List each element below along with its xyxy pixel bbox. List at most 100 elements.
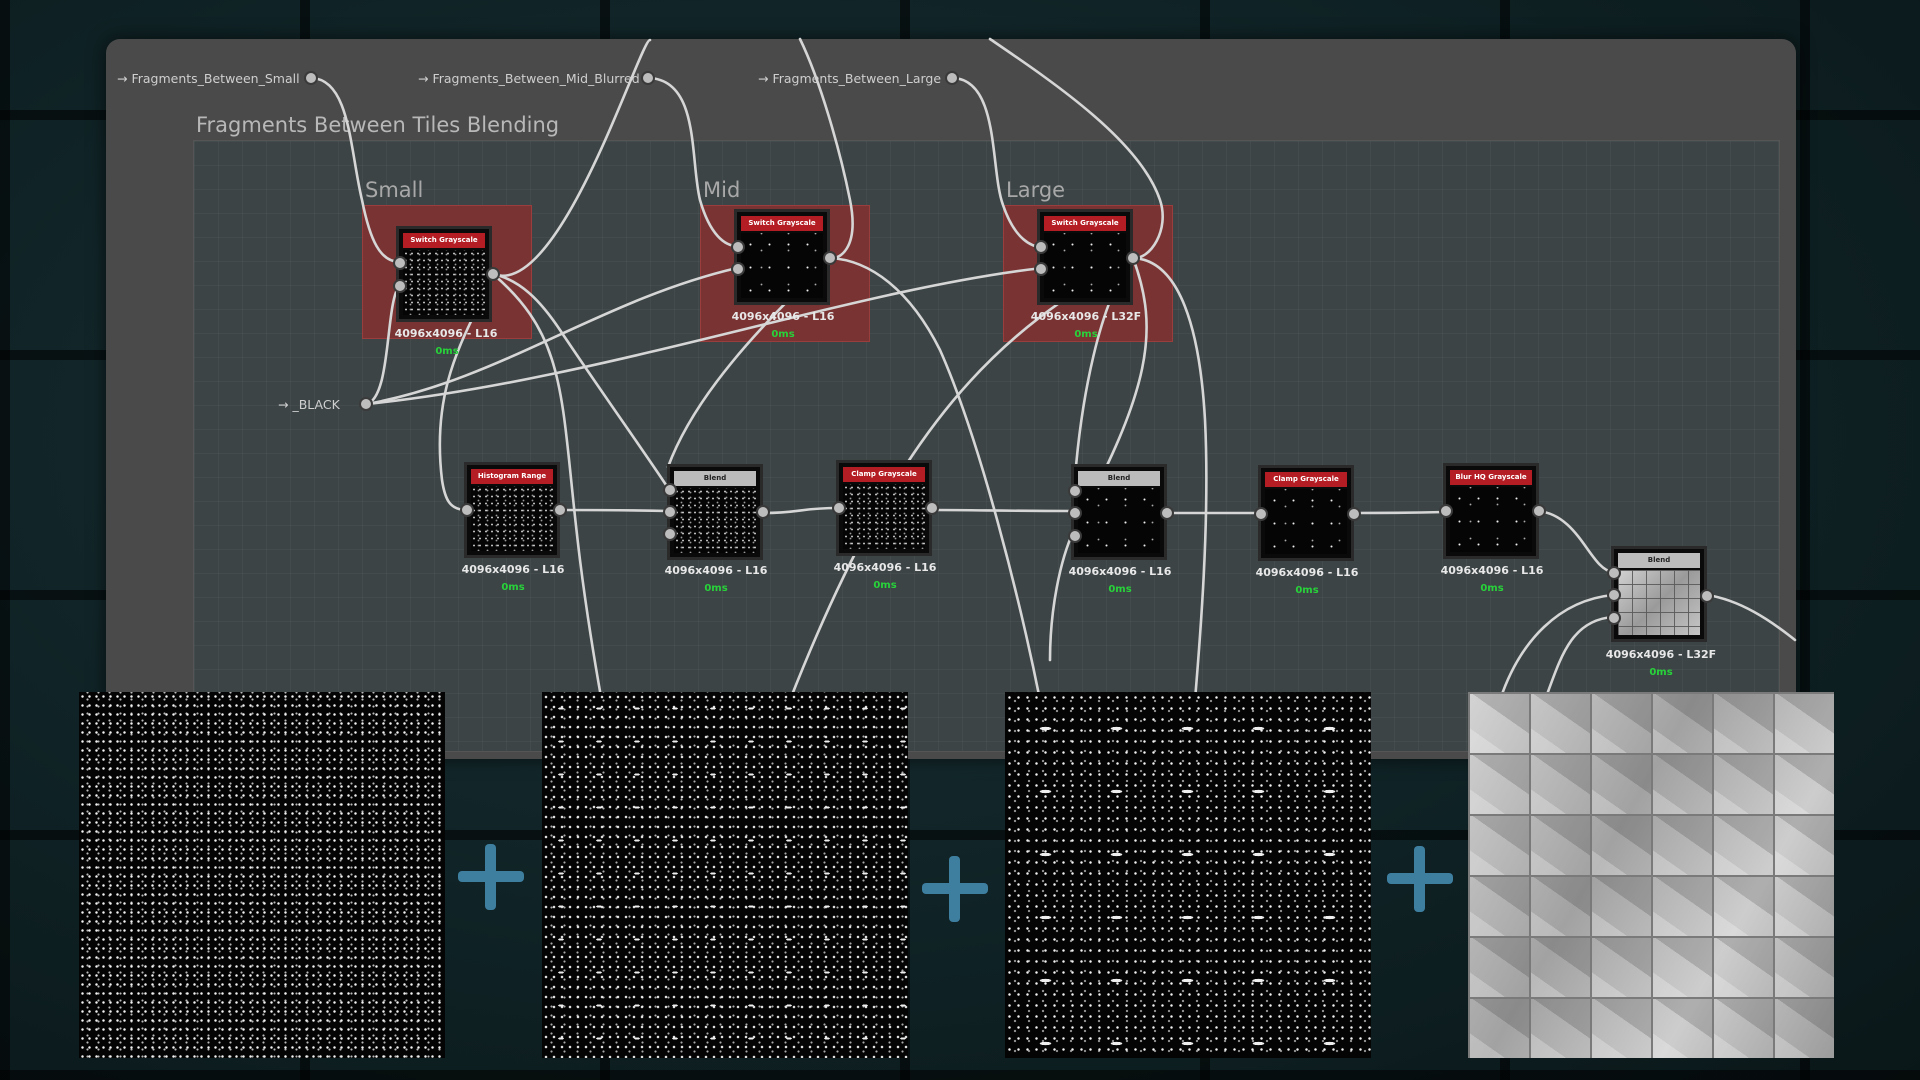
wire [1705, 593, 1797, 642]
wire [647, 76, 739, 248]
wire [1536, 509, 1615, 574]
wire [761, 506, 840, 515]
node-time: 0ms [771, 329, 795, 340]
input-fragments-large-label: → Fragments_Between_Large [758, 71, 942, 86]
node-time: 0ms [873, 580, 897, 591]
wire [951, 76, 1044, 249]
node-time: 0ms [1108, 584, 1132, 595]
node-input-port[interactable] [460, 503, 474, 517]
node-input-port[interactable] [1607, 566, 1621, 580]
node-thumbnail [1265, 489, 1347, 554]
node-title: Switch Grayscale [741, 216, 823, 231]
node-output-port[interactable] [823, 251, 837, 265]
node-output-port[interactable] [1532, 504, 1546, 518]
node-input-port[interactable] [832, 501, 846, 515]
node-thumbnail [1078, 488, 1160, 553]
node-input-port[interactable] [393, 256, 407, 270]
node-time: 0ms [1649, 667, 1673, 678]
node-output-port[interactable] [1160, 506, 1174, 520]
node-resolution: 4096x4096 - L32F [1030, 310, 1142, 323]
node-thumbnail [471, 486, 553, 551]
node-output-port[interactable] [1347, 507, 1361, 521]
node-clamp-grayscale-2[interactable]: Clamp Grayscale [1258, 465, 1354, 561]
node-title: Clamp Grayscale [1265, 472, 1347, 487]
node-input-port[interactable] [1607, 611, 1621, 625]
node-input-port[interactable] [663, 527, 677, 541]
wire [930, 508, 1076, 513]
node-time: 0ms [1295, 585, 1319, 596]
node-input-port[interactable] [663, 505, 677, 519]
input-socket-icon[interactable] [641, 71, 655, 85]
node-thumbnail [1044, 233, 1126, 298]
node-title: Clamp Grayscale [843, 467, 925, 482]
node-input-port[interactable] [1034, 262, 1048, 276]
node-time: 0ms [501, 582, 525, 593]
node-switch-grayscale-large[interactable]: Switch Grayscale [1037, 209, 1133, 305]
node-resolution: 4096x4096 - L16 [461, 563, 565, 576]
input-black-label: → _BLACK [278, 397, 340, 412]
node-output-port[interactable] [1700, 589, 1714, 603]
preview-blended-tiles [1468, 692, 1834, 1058]
node-output-port[interactable] [553, 503, 567, 517]
node-time: 0ms [1480, 583, 1504, 594]
node-output-port[interactable] [925, 501, 939, 515]
node-resolution: 4096x4096 - L16 [1440, 564, 1544, 577]
node-resolution: 4096x4096 - L16 [833, 561, 937, 574]
node-input-port[interactable] [393, 279, 407, 293]
node-title: Switch Grayscale [1044, 216, 1126, 231]
input-fragments-small-label: → Fragments_Between_Small [117, 71, 300, 86]
plus-icon [458, 844, 524, 910]
node-thumbnail [741, 233, 823, 298]
node-input-port[interactable] [1068, 529, 1082, 543]
plus-icon [1387, 846, 1453, 912]
node-resolution: 4096x4096 - L16 [1255, 566, 1359, 579]
wire [310, 76, 402, 264]
node-blend-final[interactable]: Blend [1611, 546, 1707, 642]
preview-small-fragments [79, 692, 445, 1058]
node-input-port[interactable] [1607, 588, 1621, 602]
node-time: 0ms [704, 583, 728, 594]
node-title: Blur HQ Grayscale [1450, 470, 1532, 485]
node-switch-grayscale-small[interactable]: Switch Grayscale [396, 226, 492, 322]
node-blend-1[interactable]: Blend [667, 464, 763, 560]
plus-icon [922, 856, 988, 922]
node-resolution: 4096x4096 - L16 [731, 310, 835, 323]
node-thumbnail [1450, 487, 1532, 552]
node-blend-2[interactable]: Blend [1071, 464, 1167, 560]
node-title: Histogram Range [471, 469, 553, 484]
wire [1350, 510, 1447, 515]
preview-mid-fragments [542, 692, 908, 1058]
node-input-port[interactable] [1034, 240, 1048, 254]
input-socket-icon[interactable] [359, 397, 373, 411]
node-output-port[interactable] [756, 505, 770, 519]
node-switch-grayscale-mid[interactable]: Switch Grayscale [734, 209, 830, 305]
node-resolution: 4096x4096 - L16 [664, 564, 768, 577]
node-output-port[interactable] [486, 267, 500, 281]
node-time: 0ms [1074, 329, 1098, 340]
preview-large-fragments [1005, 692, 1371, 1058]
node-clamp-grayscale-1[interactable]: Clamp Grayscale [836, 460, 932, 556]
node-input-port[interactable] [1068, 506, 1082, 520]
node-blur-hq-grayscale[interactable]: Blur HQ Grayscale [1443, 463, 1539, 559]
node-input-port[interactable] [663, 483, 677, 497]
wire [558, 508, 670, 513]
node-title: Switch Grayscale [403, 233, 485, 248]
node-input-port[interactable] [1068, 484, 1082, 498]
node-resolution: 4096x4096 - L16 [394, 327, 498, 340]
node-input-port[interactable] [731, 240, 745, 254]
node-title: Blend [1618, 553, 1700, 568]
node-thumbnail [674, 488, 756, 553]
input-socket-icon[interactable] [304, 71, 318, 85]
input-socket-icon[interactable] [945, 71, 959, 85]
node-input-port[interactable] [1439, 504, 1453, 518]
node-time: 0ms [435, 346, 459, 357]
node-histogram-range[interactable]: Histogram Range [464, 462, 560, 558]
node-input-port[interactable] [731, 262, 745, 276]
node-thumbnail [403, 250, 485, 315]
node-resolution: 4096x4096 - L16 [1068, 565, 1172, 578]
node-input-port[interactable] [1254, 507, 1268, 521]
node-output-port[interactable] [1126, 251, 1140, 265]
node-thumbnail [843, 484, 925, 549]
node-title: Blend [1078, 471, 1160, 486]
node-resolution: 4096x4096 - L32F [1605, 648, 1717, 661]
